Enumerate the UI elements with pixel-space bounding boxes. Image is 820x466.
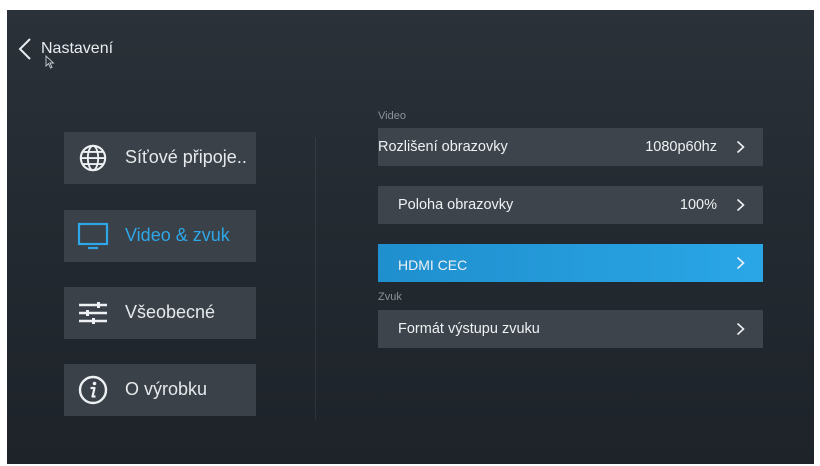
sliders-icon: [79, 302, 107, 324]
row-label: Rozlišení obrazovky: [378, 139, 508, 155]
row-audio-output-format[interactable]: Formát výstupu zvuku: [378, 310, 763, 348]
section-label-audio: Zvuk: [378, 291, 402, 303]
chevron-right-icon: [736, 198, 745, 212]
info-icon: [78, 375, 108, 405]
section-label-video: Video: [378, 110, 406, 122]
row-value: 100%: [679, 197, 717, 213]
globe-icon: [79, 144, 107, 172]
menu-item-label: O výrobku: [125, 379, 208, 399]
row-label: Poloha obrazovky: [398, 197, 514, 213]
menu-item-video-audio[interactable]: Video & zvuk: [64, 210, 256, 262]
mouse-cursor-icon: [45, 55, 55, 69]
back-chevron-icon[interactable]: [17, 36, 33, 62]
chevron-right-icon: [736, 256, 745, 270]
settings-screen: Nastavení Síťové připoje.. Video & zvuk: [7, 10, 814, 464]
row-screen-position[interactable]: Poloha obrazovky 100%: [378, 186, 763, 224]
menu-item-general[interactable]: Všeobecné: [64, 287, 256, 339]
row-label: HDMI CEC: [398, 257, 468, 273]
row-label: Formát výstupu zvuku: [398, 321, 540, 337]
menu-item-network[interactable]: Síťové připoje..: [64, 132, 256, 184]
chevron-right-icon: [736, 322, 745, 336]
row-screen-resolution[interactable]: Rozlišení obrazovky 1080p60hz: [378, 128, 763, 166]
menu-item-label: Všeobecné: [125, 302, 216, 322]
monitor-icon: [77, 222, 109, 250]
chevron-right-icon: [736, 140, 745, 154]
menu-item-label: Síťové připoje..: [125, 147, 247, 167]
menu-item-about[interactable]: O výrobku: [64, 364, 256, 416]
row-value: 1080p60hz: [645, 139, 717, 155]
menu-item-label: Video & zvuk: [125, 225, 230, 245]
row-hdmi-cec[interactable]: HDMI CEC: [378, 244, 763, 282]
panel-divider: [315, 138, 316, 420]
header-bar: Nastavení: [7, 10, 814, 80]
